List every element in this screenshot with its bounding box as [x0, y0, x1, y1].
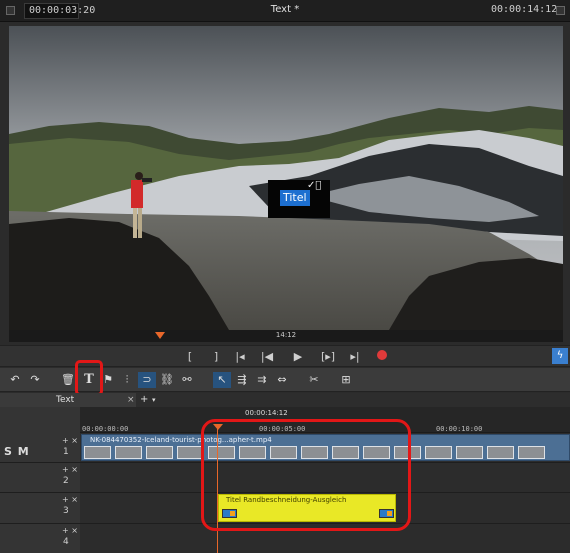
insert-icon[interactable]: ⊞	[337, 372, 355, 388]
track-add-remove[interactable]: + ×	[62, 436, 78, 445]
timeline-tab-row: Text × + ▾	[0, 393, 570, 407]
video-editor-window: 00:00:03:20 Text * 00:00:14:12 Titel ✓⃠ …	[0, 0, 570, 553]
ruler-label: 00:00:00:00	[82, 425, 129, 433]
slip-mode-icon[interactable]: ⇉	[253, 372, 271, 388]
tab-label: Text	[56, 395, 75, 405]
trim-mode-icon[interactable]: ⇶	[233, 372, 251, 388]
timeline-highlight	[201, 419, 411, 531]
mark-out-button[interactable]: ]	[206, 349, 226, 365]
step-back-button[interactable]: |◀	[257, 349, 277, 365]
track-add-remove[interactable]: + ×	[62, 495, 78, 504]
solo-mute-controls[interactable]: S M	[4, 445, 30, 458]
track-number: 2	[63, 476, 69, 486]
position-scrubber[interactable]: 14:12	[9, 330, 563, 342]
add-tab-button[interactable]: +	[140, 393, 148, 407]
text-tool-highlight	[75, 360, 103, 396]
cut-icon[interactable]: ✂	[305, 372, 323, 388]
total-duration: 00:00:14:12	[491, 4, 558, 15]
split-icon[interactable]: ⫶	[118, 372, 136, 388]
ruler-current-time: 00:00:14:12	[245, 409, 288, 417]
clip-thumbnail	[84, 446, 111, 459]
clip-thumbnail	[115, 446, 142, 459]
redo-icon[interactable]: ↷	[26, 372, 44, 388]
track-add-remove[interactable]: + ×	[62, 526, 78, 535]
link-icon[interactable]: ⛓	[158, 372, 176, 388]
pointer-icon[interactable]: ↖	[213, 372, 231, 388]
clip-thumbnail	[425, 446, 452, 459]
position-time: 14:12	[275, 331, 297, 339]
window-option-icon[interactable]	[556, 6, 565, 15]
previous-marker-button[interactable]: |◂	[230, 349, 250, 365]
clip-thumbnail	[146, 446, 173, 459]
tab-close-icon[interactable]: ×	[127, 393, 135, 407]
record-button[interactable]	[377, 350, 387, 360]
clip-thumbnail	[487, 446, 514, 459]
range-mode-icon[interactable]: ⇔	[273, 372, 291, 388]
undo-icon[interactable]: ↶	[6, 372, 24, 388]
title-bar: 00:00:03:20 Text * 00:00:14:12	[0, 0, 570, 22]
tab-menu-icon[interactable]: ▾	[152, 393, 156, 407]
next-frame-button[interactable]: [▸]	[318, 349, 338, 365]
preview-frame-image	[9, 26, 563, 330]
next-marker-button[interactable]: ▸|	[345, 349, 365, 365]
unlink-icon[interactable]: ⚯	[178, 372, 196, 388]
video-preview[interactable]: Titel ✓⃠	[9, 26, 563, 330]
title-text-selected[interactable]: Titel	[280, 190, 310, 206]
clip-thumbnail	[456, 446, 483, 459]
clip-thumbnail	[177, 446, 204, 459]
track-number: 1	[63, 447, 69, 457]
flash-icon[interactable]: ϟ	[552, 348, 568, 364]
play-button[interactable]: ▶	[288, 349, 308, 365]
magnet-icon[interactable]: ⊃	[138, 372, 156, 388]
ruler-label: 00:00:10:00	[436, 425, 483, 433]
project-title: Text *	[270, 4, 300, 15]
confirm-cancel-icons[interactable]: ✓⃠	[307, 180, 321, 191]
track-number: 3	[63, 506, 69, 516]
track-add-remove[interactable]: + ×	[62, 465, 78, 474]
clip-thumbnail	[518, 446, 545, 459]
mark-in-button[interactable]: [	[180, 349, 200, 365]
track-number: 4	[63, 537, 69, 547]
tab-text[interactable]: Text	[0, 393, 136, 407]
